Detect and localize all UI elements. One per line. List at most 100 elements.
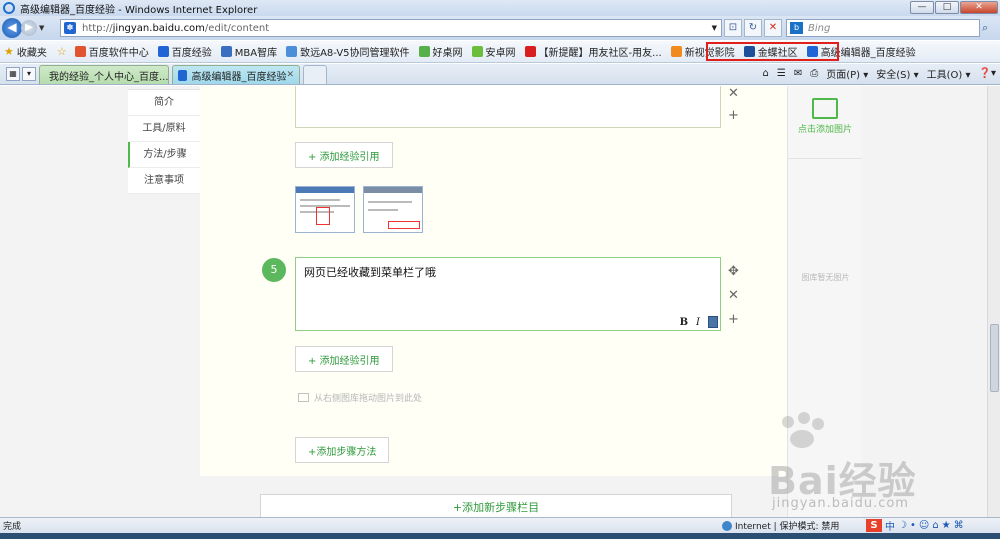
favorite-item[interactable]: MBA智库: [220, 44, 277, 59]
favorite-favicon-icon: [286, 46, 298, 57]
delete-icon[interactable]: ✕: [728, 86, 739, 101]
tab-close-icon[interactable]: ✕: [286, 70, 294, 80]
scrollbar-thumb[interactable]: [990, 324, 999, 392]
step-image-thumbnail[interactable]: [363, 186, 423, 233]
add-icon[interactable]: +: [728, 108, 739, 123]
ime-toolbar: S 中 ☽ • ☺ ⌂ ★ ⌘: [866, 518, 964, 533]
ime-dot-icon[interactable]: •: [910, 520, 916, 531]
close-window-button[interactable]: ✕: [960, 1, 998, 14]
add-image-area[interactable]: 点击添加图片: [788, 98, 862, 159]
stop-button[interactable]: ✕: [764, 19, 782, 37]
move-icon[interactable]: ✥: [728, 264, 739, 279]
library-empty-text: 图库暂无图片: [801, 273, 850, 282]
favorite-favicon-icon: [74, 46, 86, 57]
tab-favicon-icon: [178, 69, 188, 81]
step-image-thumbnail[interactable]: [295, 186, 355, 233]
site-favicon-icon: ✽: [64, 22, 76, 34]
mail-icon[interactable]: ✉: [794, 68, 802, 79]
maximize-button[interactable]: □: [935, 1, 959, 14]
add-reference-button[interactable]: + 添加经验引用: [295, 142, 393, 168]
format-toolbar: B I: [680, 316, 718, 328]
vertical-scrollbar[interactable]: [987, 86, 1000, 517]
refresh-button[interactable]: ↻: [744, 19, 762, 37]
step-images: [295, 186, 423, 233]
globe-icon: [722, 520, 732, 531]
add-step-icon[interactable]: +: [728, 312, 739, 327]
add-favorite-icon[interactable]: ☆: [57, 45, 67, 58]
forward-button[interactable]: ▶: [21, 20, 37, 36]
favorite-favicon-icon: [418, 46, 430, 57]
add-reference-button[interactable]: + 添加经验引用: [295, 346, 393, 372]
ime-settings-icon[interactable]: ⌘: [954, 520, 964, 531]
watermark-url: jingyan.baidu.com: [772, 496, 909, 511]
favorite-item[interactable]: 【新提醒】用友社区-用友...: [524, 44, 662, 59]
home-icon[interactable]: ⌂: [763, 68, 769, 79]
favorite-favicon-icon: [220, 46, 232, 57]
feeds-icon[interactable]: ☰: [777, 68, 786, 79]
favorite-favicon-icon: [524, 46, 536, 57]
title-bar: 高级编辑器_百度经验 - Windows Internet Explorer —…: [0, 0, 1000, 16]
previous-step-box[interactable]: [295, 86, 721, 128]
taskbar: [0, 533, 1000, 539]
new-tab-button[interactable]: [303, 65, 327, 84]
favorite-item[interactable]: 好桌网: [418, 44, 463, 59]
address-bar[interactable]: ✽ http://jingyan.baidu.com/edit/content …: [60, 19, 722, 37]
back-button[interactable]: ◀: [2, 18, 22, 38]
italic-button[interactable]: I: [696, 317, 700, 328]
favorite-favicon-icon: [471, 46, 483, 57]
favorites-star-icon[interactable]: ★: [4, 45, 14, 58]
ime-moon-icon[interactable]: ☽: [898, 520, 907, 531]
sogou-ime-icon[interactable]: S: [866, 519, 882, 532]
step-text[interactable]: 网页已经收藏到菜单栏了哦: [304, 264, 436, 280]
favorite-item[interactable]: 百度软件中心: [74, 44, 149, 59]
favorite-favicon-icon: [670, 46, 682, 57]
nav-tools[interactable]: 工具/原料: [128, 116, 200, 142]
editor-area: ✕ + + 添加经验引用 5 网页已经收藏到菜单栏了哦 B I ✥ ✕ + + …: [200, 86, 787, 476]
search-box[interactable]: b Bing: [786, 19, 980, 37]
favorite-item[interactable]: 致远A8-V5协同管理软件: [286, 44, 410, 59]
add-section-button[interactable]: +添加新步骤栏目: [260, 494, 732, 517]
bold-button[interactable]: B: [680, 317, 688, 328]
image-icon: [298, 393, 309, 402]
nav-steps[interactable]: 方法/步骤: [128, 142, 200, 168]
window-title: 高级编辑器_百度经验 - Windows Internet Explorer: [20, 4, 258, 16]
nav-intro[interactable]: 简介: [128, 90, 200, 116]
favorite-item[interactable]: 安卓网: [471, 44, 516, 59]
ie-logo-icon: [3, 2, 15, 14]
command-bar: ⌂ ☰ ✉ ⎙ 页面(P) ▾ 安全(S) ▾ 工具(O) ▾ ❓▾: [763, 66, 996, 81]
tools-menu[interactable]: 工具(O) ▾: [927, 66, 971, 81]
quick-tabs-button[interactable]: ▦: [6, 67, 20, 81]
help-menu[interactable]: ❓▾: [979, 68, 996, 79]
address-dropdown-icon[interactable]: ▼: [712, 24, 717, 32]
page-menu[interactable]: 页面(P) ▾: [826, 66, 868, 81]
step-text-editor[interactable]: 网页已经收藏到菜单栏了哦 B I: [295, 257, 721, 331]
tab-advanced-editor[interactable]: 高级编辑器_百度经验 ✕: [172, 65, 300, 84]
window-controls: — □ ✕: [910, 1, 998, 14]
compatibility-view-button[interactable]: ⊡: [724, 19, 742, 37]
section-nav: 简介 工具/原料 方法/步骤 注意事项: [128, 89, 200, 194]
print-icon[interactable]: ⎙: [810, 68, 818, 79]
add-image-label[interactable]: 点击添加图片: [798, 125, 852, 135]
status-text: 完成: [3, 522, 22, 532]
favorite-highlight-box: [706, 42, 839, 61]
ime-star-icon[interactable]: ★: [942, 520, 951, 531]
security-zone[interactable]: Internet | 保护模式: 禁用: [722, 519, 839, 532]
tab-list-button[interactable]: ▾: [22, 67, 36, 81]
safety-menu[interactable]: 安全(S) ▾: [876, 66, 918, 81]
delete-step-icon[interactable]: ✕: [728, 288, 739, 303]
history-dropdown-icon[interactable]: ▼: [39, 24, 44, 32]
nav-notes[interactable]: 注意事项: [128, 168, 200, 194]
favorite-item[interactable]: 百度经验: [157, 44, 212, 59]
ime-smile-icon[interactable]: ☺: [919, 520, 929, 531]
add-image-icon: [812, 98, 838, 119]
minimize-button[interactable]: —: [910, 1, 934, 14]
ime-chinese-toggle[interactable]: 中: [885, 518, 895, 533]
ime-home-icon[interactable]: ⌂: [932, 520, 938, 531]
save-icon[interactable]: [708, 316, 718, 328]
add-step-button[interactable]: +添加步骤方法: [295, 437, 390, 463]
favorites-button[interactable]: 收藏夹: [17, 44, 47, 59]
tab-my-experience[interactable]: 我的经验_个人中心_百度...: [39, 65, 169, 84]
search-icon[interactable]: ⌕: [982, 21, 988, 35]
favorites-bar: ★ 收藏夹 ☆ 百度软件中心 百度经验 MBA智库 致远A8-V5协同管理软件 好桌网安…: [0, 41, 1000, 63]
address-url[interactable]: http://jingyan.baidu.com/edit/content: [82, 23, 269, 34]
